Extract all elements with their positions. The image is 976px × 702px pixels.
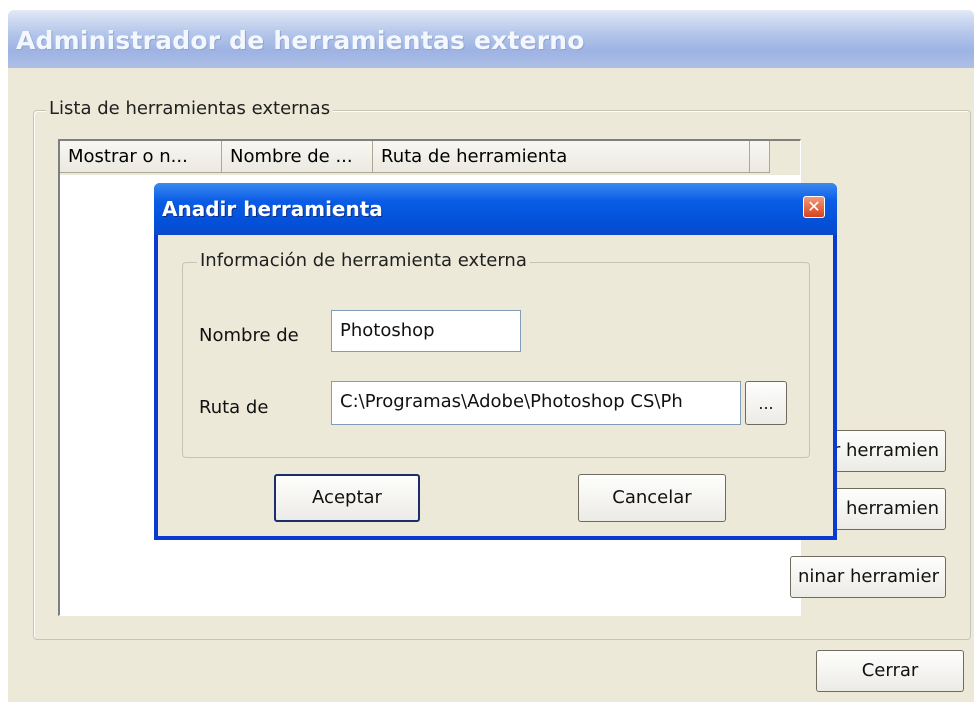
cancel-button[interactable]: Cancelar	[578, 474, 726, 522]
add-tool-button[interactable]: r herramien	[822, 430, 946, 472]
column-header-show[interactable]: Mostrar o n...	[60, 141, 222, 173]
dialog-body: Información de herramienta externa Nombr…	[158, 235, 833, 536]
main-window-title: Administrador de herramientas externo	[16, 26, 585, 55]
column-header-name[interactable]: Nombre de ...	[222, 141, 373, 173]
add-tool-dialog: Anadir herramienta ✕ Información de herr…	[154, 183, 837, 540]
path-label: Ruta de	[199, 397, 269, 418]
path-field[interactable]: C:\Programas\Adobe\Photoshop CS\Ph	[331, 381, 741, 425]
browse-button[interactable]: ...	[745, 381, 787, 425]
name-field[interactable]: Photoshop	[331, 310, 521, 352]
name-label: Nombre de	[199, 325, 299, 346]
list-header: Mostrar o n... Nombre de ... Ruta de her…	[60, 141, 800, 175]
close-button[interactable]: Cerrar	[816, 650, 964, 692]
tool-info-group-label: Información de herramienta externa	[197, 250, 530, 271]
edit-tool-button[interactable]: herramien	[822, 488, 946, 530]
accept-button[interactable]: Aceptar	[274, 474, 420, 522]
external-tools-group-label: Lista de herramientas externas	[46, 98, 334, 119]
dialog-title: Anadir herramienta	[162, 197, 383, 221]
column-header-path[interactable]: Ruta de herramienta	[373, 141, 750, 173]
dialog-title-bar[interactable]: Anadir herramienta ✕	[154, 183, 837, 235]
tool-info-group: Información de herramienta externa Nombr…	[182, 250, 810, 458]
delete-tool-button[interactable]: ninar herramier	[790, 556, 946, 598]
column-header-filler	[750, 141, 770, 173]
main-title-bar[interactable]: Administrador de herramientas externo	[8, 10, 974, 68]
dialog-close-icon[interactable]: ✕	[803, 196, 825, 218]
